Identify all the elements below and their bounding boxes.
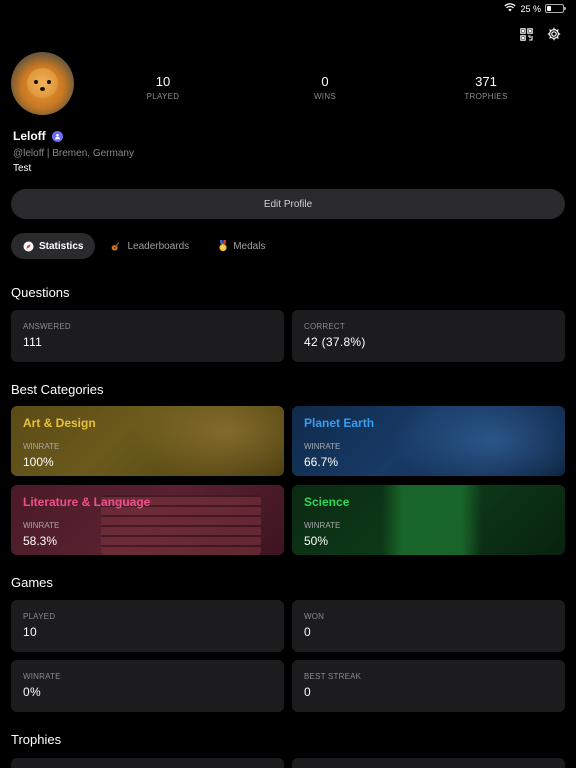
stat-played-value: 10 <box>155 74 171 89</box>
category-name: Literature & Language <box>23 495 151 509</box>
tab-medals-label: Medals <box>233 240 266 252</box>
stat-trophies-label: TROPHIES <box>464 92 508 101</box>
trophies-card <box>292 758 565 768</box>
compass-icon <box>23 241 34 252</box>
category-winrate-value: 50% <box>304 534 329 548</box>
correct-value: 42 (37.8%) <box>304 335 366 349</box>
user-handle-location: @leloff | Bremen, Germany <box>13 148 134 159</box>
username-row: Leloff <box>13 129 63 143</box>
edit-profile-button[interactable]: Edit Profile <box>11 189 565 219</box>
category-name: Planet Earth <box>304 416 375 430</box>
games-winrate-value: 0% <box>23 685 41 699</box>
category-card-literature-language[interactable]: Literature & Language WINRATE 58.3% <box>11 485 284 555</box>
questions-section-title: Questions <box>11 285 70 300</box>
profile-tabs: Statistics Leaderboards Medals <box>11 233 277 259</box>
category-name: Art & Design <box>23 416 96 430</box>
trophies-card <box>11 758 284 768</box>
tab-statistics-label: Statistics <box>39 240 84 252</box>
games-played-label: PLAYED <box>23 612 56 621</box>
status-bar: 25 % <box>0 0 576 18</box>
avatar-eye-right <box>47 80 51 84</box>
correct-card: CORRECT 42 (37.8%) <box>292 310 565 362</box>
medal-icon <box>217 240 228 252</box>
tab-medals[interactable]: Medals <box>205 233 277 259</box>
category-winrate-label: WINRATE <box>23 442 60 451</box>
answered-card: ANSWERED 111 <box>11 310 284 362</box>
stat-wins-value: 0 <box>321 74 329 89</box>
stat-played: 10 PLAYED <box>103 74 223 101</box>
qr-code-icon[interactable] <box>518 26 534 42</box>
games-best-streak-label: BEST STREAK <box>304 672 362 681</box>
category-name: Science <box>304 495 350 509</box>
stat-trophies-value: 371 <box>475 74 497 89</box>
games-winrate-label: WINRATE <box>23 672 61 681</box>
games-played-card: PLAYED 10 <box>11 600 284 652</box>
tab-statistics[interactable]: Statistics <box>11 233 96 259</box>
user-bio: Test <box>13 163 32 174</box>
category-card-science[interactable]: Science WINRATE 50% <box>292 485 565 555</box>
guitar-icon <box>111 241 122 252</box>
wifi-icon <box>504 3 517 14</box>
stat-played-label: PLAYED <box>146 92 180 101</box>
category-winrate-label: WINRATE <box>304 442 341 451</box>
top-actions <box>518 26 562 42</box>
stat-wins-label: WINS <box>313 92 337 101</box>
avatar-eye-left <box>34 80 38 84</box>
stat-trophies: 371 TROPHIES <box>426 74 546 101</box>
trophies-section-title: Trophies <box>11 732 62 747</box>
games-played-value: 10 <box>23 625 37 639</box>
category-card-art-design[interactable]: Art & Design WINRATE 100% <box>11 406 284 476</box>
category-winrate-value: 66.7% <box>304 455 339 469</box>
best-categories-section-title: Best Categories <box>11 382 104 397</box>
games-won-label: WON <box>304 612 325 621</box>
battery-percent: 25 % <box>520 3 541 14</box>
battery-icon <box>545 4 566 13</box>
username: Leloff <box>13 129 46 143</box>
avatar-dog-face <box>27 68 58 98</box>
category-winrate-value: 100% <box>23 455 54 469</box>
tab-leaderboards[interactable]: Leaderboards <box>99 233 201 259</box>
category-winrate-label: WINRATE <box>304 521 341 530</box>
answered-label: ANSWERED <box>23 322 71 331</box>
category-winrate-label: WINRATE <box>23 521 60 530</box>
correct-label: CORRECT <box>304 322 345 331</box>
user-badge-icon <box>51 130 63 142</box>
tab-leaderboards-label: Leaderboards <box>127 240 190 252</box>
stat-wins: 0 WINS <box>265 74 385 101</box>
status-indicators: 25 % <box>504 3 566 14</box>
category-card-planet-earth[interactable]: Planet Earth WINRATE 66.7% <box>292 406 565 476</box>
avatar-nose <box>40 87 45 91</box>
games-section-title: Games <box>11 575 53 590</box>
games-won-card: WON 0 <box>292 600 565 652</box>
category-winrate-value: 58.3% <box>23 534 58 548</box>
answered-value: 111 <box>23 335 43 349</box>
games-best-streak-value: 0 <box>304 685 311 699</box>
games-won-value: 0 <box>304 625 311 639</box>
games-winrate-card: WINRATE 0% <box>11 660 284 712</box>
settings-gear-icon[interactable] <box>546 26 562 42</box>
games-best-streak-card: BEST STREAK 0 <box>292 660 565 712</box>
avatar[interactable] <box>11 52 74 115</box>
